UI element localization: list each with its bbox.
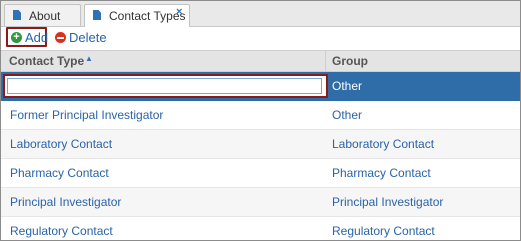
tab-about[interactable]: About [4,4,81,26]
add-button-label: Add [25,30,49,45]
group-cell[interactable]: Other [332,108,362,122]
group-cell[interactable]: Other [332,79,362,93]
contact-types-grid: Contact Type ▲ Group Other Former Princi… [1,50,520,240]
document-icon [93,10,101,20]
delete-button-label: Delete [69,30,107,45]
group-cell[interactable]: Laboratory Contact [332,137,434,151]
delete-icon [55,32,66,43]
table-row[interactable]: Laboratory Contact Laboratory Contact [1,130,520,159]
column-header-contact-type[interactable]: Contact Type [9,54,84,68]
group-cell[interactable]: Pharmacy Contact [332,166,431,180]
sort-ascending-icon: ▲ [85,54,93,63]
close-icon[interactable]: × [176,6,182,18]
app-window: About Contact Types × + Add Delete Conta… [0,0,521,241]
contact-type-cell[interactable]: Former Principal Investigator [10,108,163,122]
column-header-group[interactable]: Group [332,54,368,68]
contact-type-cell[interactable]: Laboratory Contact [10,137,112,151]
table-row[interactable]: Regulatory Contact Regulatory Contact [1,217,520,240]
tab-label: About [29,9,61,23]
add-button[interactable]: + Add [6,27,49,47]
table-row[interactable]: Principal Investigator Principal Investi… [1,188,520,217]
contact-type-cell[interactable]: Regulatory Contact [10,224,113,238]
contact-type-input[interactable] [7,78,322,94]
tab-label: Contact Types [109,9,186,23]
contact-type-cell[interactable]: Pharmacy Contact [10,166,109,180]
grid-header: Contact Type ▲ Group [1,50,520,72]
group-cell[interactable]: Principal Investigator [332,195,443,209]
contact-type-cell[interactable]: Principal Investigator [10,195,121,209]
add-icon: + [11,32,22,43]
contact-type-edit-box [3,74,328,98]
tab-strip: About Contact Types × [1,1,520,27]
table-row[interactable]: Former Principal Investigator Other [1,101,520,130]
group-cell[interactable]: Regulatory Contact [332,224,435,238]
table-row-editing[interactable]: Other [1,72,520,101]
document-icon [13,10,21,20]
tab-contact-types[interactable]: Contact Types × [84,4,190,27]
column-divider[interactable] [325,51,326,71]
table-row[interactable]: Pharmacy Contact Pharmacy Contact [1,159,520,188]
toolbar: + Add Delete [1,27,520,49]
